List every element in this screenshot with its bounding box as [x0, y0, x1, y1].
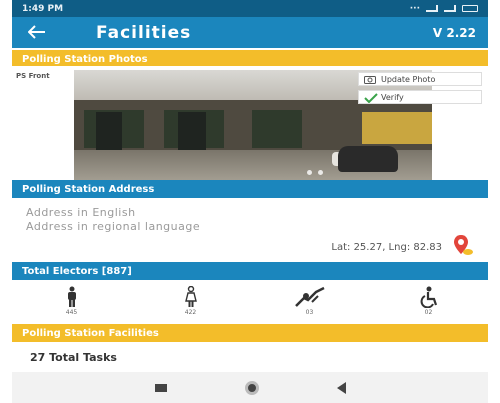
update-photo-button[interactable]: Update Photo	[358, 72, 482, 86]
photo-caption: PS Front	[16, 72, 50, 80]
elector-count: 422	[184, 309, 197, 316]
signal-icon	[426, 5, 438, 12]
total-tasks[interactable]: 27 Total Tasks	[12, 344, 488, 370]
elector-count: 03	[305, 309, 314, 316]
system-nav-bar	[12, 372, 488, 403]
carousel-dots[interactable]	[307, 170, 323, 175]
male-icon	[67, 286, 76, 307]
recents-icon[interactable]	[154, 383, 167, 392]
address-regional: Address in regional language	[26, 220, 201, 233]
page-title: Facilities	[96, 22, 192, 43]
back-arrow-icon[interactable]	[22, 17, 62, 48]
wifi-icon	[444, 5, 456, 12]
back-icon[interactable]	[336, 381, 346, 394]
third-gender-icon	[294, 286, 325, 307]
polling-station-photo[interactable]	[74, 70, 432, 180]
female-icon	[184, 286, 197, 307]
status-icons: ···	[410, 4, 478, 14]
wheelchair-icon	[420, 286, 437, 308]
address-header: Polling Station Address	[12, 180, 488, 198]
status-time: 1:49 PM	[22, 3, 64, 14]
battery-icon	[462, 5, 478, 12]
verify-button[interactable]: Verify	[358, 90, 482, 104]
photo-area: PS Front Update Photo Verify	[12, 66, 488, 180]
verify-label: Verify	[381, 92, 404, 102]
address-english: Address in English	[26, 206, 136, 219]
app-bar: Facilities V 2.22	[12, 17, 488, 48]
elector-third-gender: 03	[280, 286, 340, 316]
check-icon	[364, 93, 378, 105]
map-pin-icon[interactable]	[452, 234, 474, 260]
app-screen: 1:49 PM ··· Facilities V 2.22 Polling St…	[0, 0, 500, 403]
version-label: V 2.22	[432, 25, 476, 40]
elector-female: 422	[161, 286, 221, 316]
home-icon[interactable]	[244, 380, 259, 395]
notification-icon: ···	[409, 3, 420, 14]
update-photo-label: Update Photo	[381, 74, 436, 84]
elector-male: 445	[42, 286, 102, 316]
address-block: Address in English Address in regional l…	[12, 198, 488, 260]
elector-count: 02	[424, 309, 433, 316]
facilities-header: Polling Station Facilities	[12, 324, 488, 342]
elector-pwd: 02	[399, 286, 459, 316]
electors-header: Total Electors [887]	[12, 262, 488, 280]
status-bar: 1:49 PM ···	[12, 0, 488, 17]
camera-icon	[364, 75, 376, 86]
electors-row: 445 422 03 02	[12, 280, 488, 322]
elector-count: 445	[65, 309, 78, 316]
lat-lng-readout: Lat: 25.27, Lng: 82.83	[331, 242, 442, 253]
